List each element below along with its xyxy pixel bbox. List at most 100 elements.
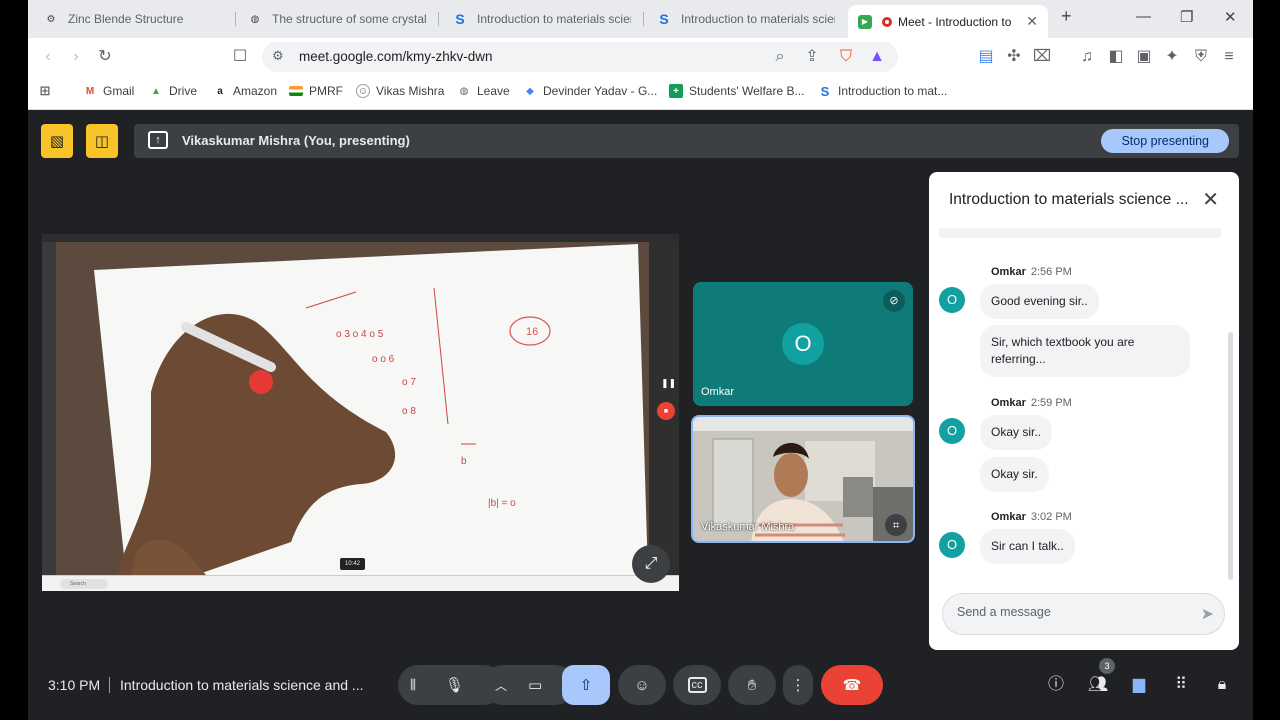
- close-tab-icon[interactable]: ✕: [1026, 13, 1038, 30]
- message-input[interactable]: [957, 605, 1177, 619]
- close-window-icon[interactable]: ✕: [1224, 8, 1237, 26]
- site-info-icon[interactable]: ⚙: [272, 48, 284, 64]
- chat-icon[interactable]: ▆: [1127, 673, 1151, 697]
- zoom-icon[interactable]: ⌕: [770, 47, 790, 67]
- whiteboard-drawing: 16 o 3 o 4 o 5 o o 6 o 7 o 8 b |b| = o: [94, 244, 648, 575]
- tab-title: Zinc Blende Structure: [68, 12, 184, 26]
- share-icon[interactable]: ⇪: [802, 47, 822, 67]
- new-tab-button[interactable]: +: [1061, 6, 1072, 27]
- chat-message: Good evening sir..: [980, 284, 1099, 319]
- bookmark-drive[interactable]: ▲ Drive: [149, 84, 197, 98]
- bookmark-pmrf[interactable]: PMRF: [289, 84, 343, 98]
- participant-name: Omkar: [701, 386, 734, 398]
- more-options-button[interactable]: ⋮: [783, 665, 813, 705]
- brave-rewards-icon[interactable]: ▲: [867, 47, 887, 67]
- message-input-box[interactable]: ➤: [942, 593, 1225, 635]
- profile-icon: ☺: [356, 84, 370, 98]
- close-chat-icon[interactable]: ✕: [1202, 187, 1219, 212]
- bookmark-leave[interactable]: ◍ Leave: [457, 84, 510, 98]
- media-icon[interactable]: ♫: [1077, 47, 1097, 67]
- tab-intro-materials-1[interactable]: S Introduction to materials scien: [443, 5, 641, 33]
- minimize-icon[interactable]: —: [1136, 8, 1151, 25]
- bookmark-vikas-mishra[interactable]: ☺ Vikas Mishra: [356, 84, 444, 98]
- camera-icon[interactable]: ▭: [528, 676, 542, 694]
- tab-search-icon[interactable]: ⌧: [1032, 47, 1052, 67]
- present-screen-button[interactable]: ⇧: [562, 665, 610, 705]
- bookmark-gmail[interactable]: M Gmail: [83, 84, 135, 98]
- expand-icon[interactable]: ⤢: [632, 545, 670, 583]
- bookmark-devinder-yadav[interactable]: ◆ Devinder Yadav - G...: [523, 84, 657, 98]
- bookmark-intro-materials[interactable]: S Introduction to mat...: [818, 83, 948, 99]
- globe-icon: ◍: [250, 13, 260, 25]
- chat-title: Introduction to materials science ...: [949, 191, 1189, 208]
- tab-zinc-blende[interactable]: ⚙ Zinc Blende Structure: [34, 5, 234, 33]
- chevron-up-icon[interactable]: ︿: [495, 677, 507, 694]
- forward-icon[interactable]: ›: [66, 47, 86, 67]
- bookmark-amazon[interactable]: a Amazon: [213, 84, 277, 98]
- message-sender: Omkar: [991, 266, 1026, 278]
- participant-tile-self[interactable]: Vikaskumar Mishra ⌗: [691, 415, 915, 543]
- pause-icon[interactable]: ❚❚: [661, 378, 676, 389]
- stop-presenting-button[interactable]: Stop presenting: [1101, 129, 1229, 153]
- vpn-icon[interactable]: ⛨: [1191, 47, 1211, 67]
- present-screen-icon: ⇧: [579, 677, 593, 694]
- chat-scrollbar[interactable]: [1228, 332, 1233, 580]
- meeting-clock: 3:10 PM: [48, 677, 101, 693]
- emoji-button[interactable]: ☺: [618, 665, 666, 705]
- tab-structure-crystals[interactable]: ◍ The structure of some crystals -: [238, 5, 436, 33]
- reload-icon[interactable]: ↻: [95, 47, 115, 67]
- extensions-icon[interactable]: ✣: [1004, 47, 1024, 67]
- companion-icon[interactable]: ◫: [86, 124, 118, 158]
- leave-call-button[interactable]: ☎: [821, 665, 883, 705]
- sidebar-icon[interactable]: ◧: [1106, 47, 1126, 67]
- s-logo-icon: S: [659, 11, 669, 27]
- audio-level-icon: ⫼: [410, 677, 416, 692]
- presentation-timer: 10:42: [340, 558, 366, 570]
- people-icon[interactable]: 👥︎: [1086, 673, 1110, 697]
- meet-icon: ▶: [858, 14, 872, 29]
- crop-icon[interactable]: ⌗: [885, 514, 907, 536]
- bookmark-students-welfare[interactable]: + Students' Welfare B...: [669, 84, 804, 98]
- chat-message: Okay sir.: [980, 457, 1049, 492]
- windows-taskbar: Search: [42, 575, 679, 591]
- camera-off-icon[interactable]: ▧: [41, 124, 73, 158]
- s-logo-icon: S: [455, 11, 465, 27]
- avatar: O: [939, 532, 965, 558]
- brave-shield-icon[interactable]: ⛉: [836, 47, 856, 67]
- participant-name: Vikaskumar Mishra: [701, 521, 795, 533]
- s-logo-icon: S: [820, 83, 830, 99]
- address-bar[interactable]: ⚙ meet.google.com/kmy-zhkv-dwn ⌕ ⇪ ⛉ ▲: [262, 42, 898, 72]
- microphone-icon[interactable]: 🎙︎: [445, 676, 464, 694]
- restore-icon[interactable]: ❐: [1180, 8, 1193, 26]
- amazon-icon: a: [217, 85, 223, 97]
- svg-text:o 8: o 8: [402, 406, 416, 417]
- plus-icon: +: [669, 84, 683, 98]
- tab-title: Introduction to materials scien: [477, 12, 631, 26]
- tab-title: Meet - Introduction to: [898, 14, 1012, 29]
- tab-meet[interactable]: ▶ Meet - Introduction to ✕: [848, 5, 1048, 38]
- info-icon[interactable]: ⓘ: [1044, 673, 1068, 697]
- record-icon[interactable]: ■: [657, 402, 675, 420]
- host-controls-icon[interactable]: 🔒︎: [1210, 673, 1234, 697]
- leo-ai-icon[interactable]: ✦: [1162, 47, 1182, 67]
- avatar: O: [782, 323, 824, 365]
- present-screen-icon: ↑: [148, 131, 168, 149]
- activities-icon[interactable]: ⠿: [1169, 673, 1193, 697]
- bookmark-icon[interactable]: ☐: [230, 47, 250, 67]
- presenting-bar: ↑ Vikaskumar Mishra (You, presenting) St…: [134, 124, 1239, 158]
- avatar: O: [939, 287, 965, 313]
- meeting-title: Introduction to materials science and ..…: [120, 677, 364, 693]
- avatar: O: [939, 418, 965, 444]
- captions-button[interactable]: cc: [673, 665, 721, 705]
- tab-strip: ⚙ Zinc Blende Structure ◍ The structure …: [28, 0, 1253, 38]
- participant-tile-omkar[interactable]: O ⊘ Omkar: [693, 282, 913, 406]
- tab-intro-materials-2[interactable]: S Introduction to materials scien: [647, 5, 845, 33]
- raise-hand-button[interactable]: ✋︎: [728, 665, 776, 705]
- send-icon[interactable]: ➤: [1201, 604, 1214, 624]
- menu-icon[interactable]: ≡: [1219, 47, 1239, 67]
- apps-icon[interactable]: ⊞: [38, 83, 58, 98]
- docs-extension-icon[interactable]: ▤: [976, 47, 996, 67]
- chat-panel: Introduction to materials science ... ✕ …: [929, 172, 1239, 650]
- wallet-icon[interactable]: ▣: [1134, 47, 1154, 67]
- back-icon[interactable]: ‹: [38, 47, 58, 67]
